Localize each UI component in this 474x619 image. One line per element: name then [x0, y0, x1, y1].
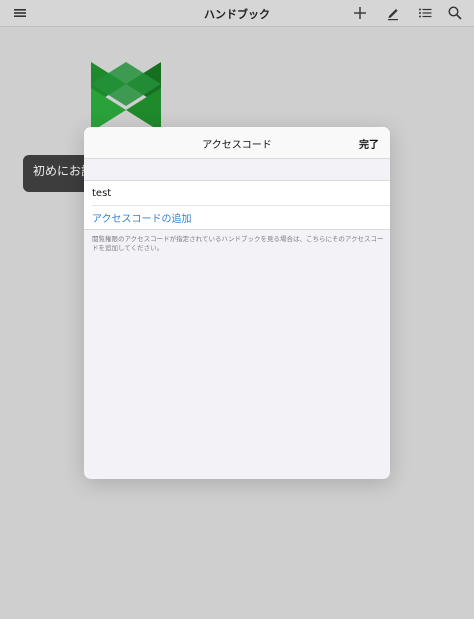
- access-code-footnote: 閲覧権限のアクセスコードが指定されているハンドブックを見る場合は、こちらにそのア…: [92, 235, 384, 252]
- navbar-title: ハンドブック: [204, 8, 270, 21]
- search-icon[interactable]: [447, 5, 463, 21]
- done-button[interactable]: 完了: [359, 136, 379, 151]
- app-logo: [91, 62, 161, 132]
- list-icon[interactable]: [417, 5, 433, 21]
- add-access-code-button[interactable]: アクセスコードの追加: [92, 205, 390, 229]
- access-code-item[interactable]: test: [84, 181, 390, 205]
- plus-icon[interactable]: [352, 5, 368, 21]
- modal-header: アクセスコード 完了: [84, 127, 390, 159]
- access-code-modal: アクセスコード 完了 test アクセスコードの追加 閲覧権限のアクセスコードが…: [84, 127, 390, 479]
- access-code-list: test アクセスコードの追加: [84, 180, 390, 230]
- edit-icon[interactable]: [385, 5, 401, 21]
- top-navbar: ハンドブック: [0, 0, 474, 27]
- access-code-value: test: [92, 187, 112, 199]
- add-access-code-label: アクセスコードの追加: [92, 214, 192, 225]
- modal-title: アクセスコード: [202, 140, 272, 151]
